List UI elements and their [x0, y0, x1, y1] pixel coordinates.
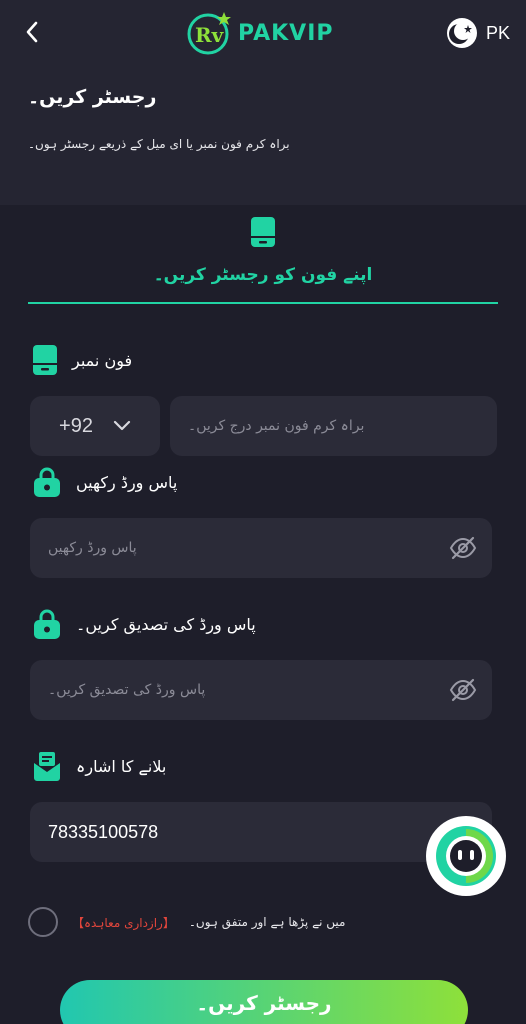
chevron-left-icon	[26, 21, 38, 43]
customer-service-button[interactable]	[426, 816, 506, 896]
agreement-row: 【رازداری معاہدہ】 میں نے پڑھا ہے اور متفق…	[28, 906, 498, 938]
invite-code-input[interactable]	[30, 802, 492, 862]
lock-icon	[34, 467, 60, 497]
phone-label: فون نمبر	[72, 350, 133, 370]
invitation-icon	[34, 752, 60, 781]
tab-register-phone[interactable]: اپنے فون کو رجسٹر کریں۔	[28, 212, 498, 304]
lock-icon	[34, 609, 60, 639]
logo-emblem-icon: Rv	[187, 12, 231, 55]
password-label: پاس ورڈ رکھیں	[76, 472, 178, 492]
invite-label: بلانے کا اشارہ	[76, 756, 167, 776]
region-label: PK	[485, 22, 510, 43]
pakistan-flag-icon	[446, 18, 477, 48]
agreement-text: میں نے پڑھا ہے اور متفق ہوں۔	[188, 915, 346, 929]
phone-input[interactable]	[170, 396, 497, 456]
eye-off-icon[interactable]	[449, 677, 477, 703]
tab-underline	[28, 302, 498, 304]
confirm-password-label-row: پاس ورڈ کی تصدیق کریں۔	[32, 608, 256, 640]
chat-support-icon	[436, 826, 496, 886]
register-button-label: رجسٹر کریں۔	[196, 991, 332, 1015]
page-subtitle: براہ کرم فون نمبر یا ای میل کے ذریعے رجس…	[28, 137, 290, 151]
password-input[interactable]	[30, 518, 492, 578]
eye-off-icon[interactable]	[449, 535, 477, 561]
confirm-password-input[interactable]	[30, 660, 492, 720]
password-label-row: پاس ورڈ رکھیں	[32, 466, 177, 498]
phone-label-row: فون نمبر	[32, 344, 132, 376]
phone-icon	[251, 217, 275, 247]
invite-label-row: بلانے کا اشارہ	[32, 750, 166, 782]
agree-radio[interactable]	[28, 907, 58, 937]
region-selector[interactable]: PK	[446, 16, 510, 50]
logo-text: PAKVIP	[238, 20, 334, 46]
back-button[interactable]	[18, 18, 46, 46]
register-button[interactable]: رجسٹر کریں۔	[60, 980, 468, 1024]
phone-icon	[33, 345, 57, 375]
country-code-value: +92	[59, 414, 93, 437]
svg-text:Rv: Rv	[195, 23, 225, 47]
privacy-agreement-link[interactable]: 【رازداری معاہدہ】	[72, 914, 175, 931]
confirm-password-label: پاس ورڈ کی تصدیق کریں۔	[76, 614, 256, 634]
country-code-select[interactable]: +92	[30, 396, 160, 456]
chevron-down-icon	[113, 420, 131, 431]
tab-label: اپنے فون کو رجسٹر کریں۔	[153, 265, 373, 285]
brand-logo: Rv PAKVIP	[184, 8, 349, 58]
page-title: رجسٹر کریں۔	[28, 86, 157, 108]
